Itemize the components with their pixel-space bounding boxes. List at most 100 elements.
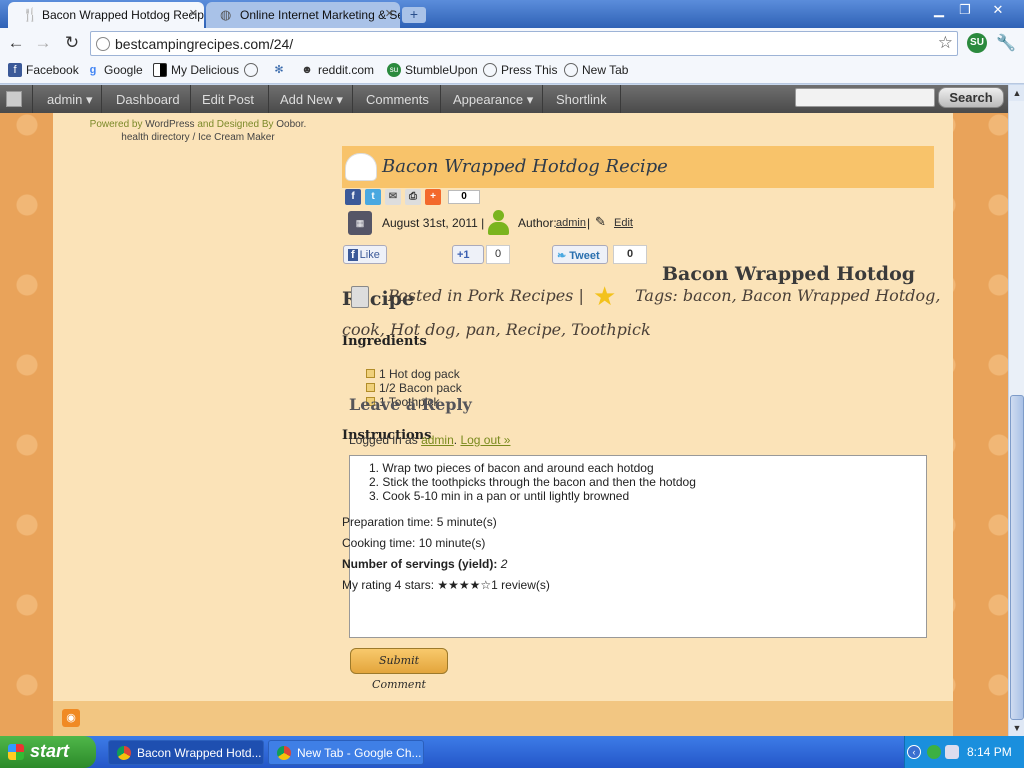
sidebar-links[interactable]: health directory / Ice Cream Maker — [53, 132, 343, 143]
print-icon[interactable]: ⎙ — [405, 189, 421, 205]
edit-link[interactable]: Edit — [614, 217, 633, 229]
dashboard-link[interactable]: Dashboard — [116, 92, 180, 107]
back-icon[interactable]: ← — [6, 33, 26, 53]
wrench-icon[interactable]: 🔧 — [996, 33, 1016, 53]
scroll-down-icon[interactable]: ▼ — [1009, 720, 1024, 736]
edit-post-link[interactable]: Edit Post — [202, 92, 254, 107]
instructions-list: 1. Wrap two pieces of bacon and around e… — [353, 461, 696, 503]
minimize-icon[interactable]: ▁ — [926, 1, 952, 19]
browser-tab-bar: 🍴 Bacon Wrapped Hotdog Recipe ✕ ◍ Online… — [0, 0, 1024, 28]
email-share-icon[interactable]: ✉ — [385, 189, 401, 205]
twitter-share-icon[interactable]: t — [365, 189, 381, 205]
share-count: 0 — [448, 190, 480, 204]
shortlink-link[interactable]: Shortlink — [556, 92, 607, 107]
rss-icon[interactable]: ◉ — [62, 709, 80, 727]
divider — [268, 85, 269, 113]
windows-taskbar: start Bacon Wrapped Hotd... New Tab - Go… — [0, 736, 1024, 768]
logged-in-text: Logged in as admin. Log out » — [349, 433, 511, 447]
bookmark-google[interactable]: g Google — [86, 63, 143, 77]
chrome-icon — [277, 746, 291, 760]
comments-link[interactable]: Comments — [366, 92, 429, 107]
submit-comment-button[interactable]: Submit Comment — [350, 648, 448, 691]
scroll-thumb[interactable] — [1010, 395, 1024, 720]
taskbar-item-new-tab[interactable]: New Tab - Google Ch... — [268, 740, 424, 765]
divider — [352, 85, 353, 113]
bookmark-reddit[interactable]: ☻ reddit.com — [300, 63, 374, 77]
post-date: August 31st, 2011 | — [382, 216, 485, 230]
bookmark-facebook[interactable]: f Facebook — [8, 63, 79, 77]
bookmarks-bar: f Facebook g Google My Delicious ✻ ☻ reddit… — [0, 58, 1024, 84]
bookmark-press-this[interactable]: Press This — [483, 63, 557, 77]
divider — [101, 85, 102, 113]
wp-admin-bar: admin ▾ Dashboard Edit Post Add New ▾ Co… — [0, 85, 1008, 113]
cook-time: Cooking time: 10 minute(s) — [342, 536, 486, 550]
forward-icon[interactable]: → — [33, 33, 53, 53]
bookmark-new-tab[interactable]: New Tab — [564, 63, 628, 77]
addthis-icon[interactable]: + — [425, 189, 441, 205]
chevron-left-icon[interactable]: ‹ — [907, 745, 921, 759]
tags-line-1[interactable]: Tags: bacon, Bacon Wrapped Hotdog, — [635, 286, 940, 305]
author-separator: | — [587, 216, 591, 230]
restore-icon[interactable]: ❐ — [952, 1, 978, 19]
add-new-menu[interactable]: Add New ▾ — [280, 92, 343, 108]
gear-icon: ✻ — [274, 64, 284, 76]
admin-search-input[interactable] — [795, 88, 935, 107]
address-bar[interactable]: bestcampingrecipes.com/24/ ☆ — [90, 31, 958, 56]
tweet-button[interactable]: ❧ Tweet — [552, 245, 608, 264]
logged-user-link[interactable]: admin — [421, 433, 454, 447]
tab-online-marketing[interactable]: ◍ Online Internet Marketing & Se ✕ — [206, 2, 400, 28]
globe-icon: ◍ — [220, 7, 232, 22]
chat-icon[interactable] — [945, 745, 959, 759]
google-plusone-button[interactable]: +1 — [452, 245, 484, 264]
facebook-share-icon[interactable]: f — [345, 189, 361, 205]
globe-icon — [483, 63, 497, 77]
windows-logo-icon — [8, 744, 24, 760]
admin-menu[interactable]: admin ▾ — [47, 92, 93, 108]
list-item: 1/2 Bacon pack — [363, 381, 462, 395]
posted-in-category[interactable]: Posted in Pork Recipes | — [388, 286, 584, 305]
rating: My rating 4 stars: ★★★★☆1 review(s) — [342, 578, 550, 592]
scroll-up-icon[interactable]: ▲ — [1009, 85, 1024, 101]
vertical-scrollbar[interactable]: ▲ ▼ — [1008, 85, 1024, 736]
author-label: Author: — [518, 216, 557, 230]
close-window-icon[interactable]: ✕ — [982, 1, 1014, 19]
reload-icon[interactable]: ↻ — [62, 33, 82, 53]
close-icon[interactable]: ✕ — [189, 7, 198, 20]
divider — [620, 85, 621, 113]
new-tab-button[interactable]: + — [402, 7, 426, 23]
reddit-icon: ☻ — [301, 64, 313, 76]
author-link[interactable]: admin — [556, 217, 586, 229]
bookmark-stumbleupon[interactable]: su StumbleUpon — [387, 63, 478, 77]
tab-bacon-recipe[interactable]: 🍴 Bacon Wrapped Hotdog Recipe ✕ — [8, 2, 204, 28]
logout-link[interactable]: Log out » — [460, 433, 510, 447]
delicious-icon — [153, 63, 167, 77]
bookmark-star-icon[interactable]: ☆ — [938, 33, 953, 53]
post-title[interactable]: Bacon Wrapped Hotdog Recipe — [382, 156, 668, 177]
post-title-bar: Bacon Wrapped Hotdog Recipe — [342, 146, 934, 188]
rating-stars[interactable]: ★★★★☆ — [437, 578, 491, 592]
close-icon[interactable]: ✕ — [385, 7, 394, 20]
list-item: 1 Hot dog pack — [363, 367, 462, 381]
chef-hat-icon — [346, 154, 376, 180]
wordpress-link[interactable]: WordPress — [145, 119, 194, 130]
admin-search-button[interactable]: Search — [938, 87, 1004, 108]
twitter-bird-icon: ❧ — [557, 250, 567, 262]
url-text: bestcampingrecipes.com/24/ — [115, 36, 294, 52]
facebook-icon: f — [8, 63, 22, 77]
stumbleupon-extension-icon[interactable]: SU — [967, 33, 987, 53]
avatar[interactable] — [6, 91, 22, 107]
recipe-heading: Bacon Wrapped Hotdog — [662, 263, 916, 285]
appearance-menu[interactable]: Appearance ▾ — [453, 92, 533, 108]
facebook-icon: f — [348, 249, 358, 261]
bookmark-my-delicious[interactable]: My Delicious — [153, 63, 239, 77]
fork-knife-icon: 🍴 — [22, 7, 39, 22]
divider — [440, 85, 441, 113]
security-icon[interactable] — [927, 745, 941, 759]
facebook-like-button[interactable]: f Like — [343, 245, 387, 264]
taskbar-item-bacon[interactable]: Bacon Wrapped Hotd... — [108, 740, 264, 765]
designer-link[interactable]: Oobor. — [276, 119, 306, 130]
servings: Number of servings (yield): 2 — [342, 557, 508, 571]
start-button[interactable]: start — [0, 736, 96, 768]
list-item: 1. Wrap two pieces of bacon and around e… — [369, 461, 654, 475]
pencil-icon: ✎ — [595, 214, 606, 229]
